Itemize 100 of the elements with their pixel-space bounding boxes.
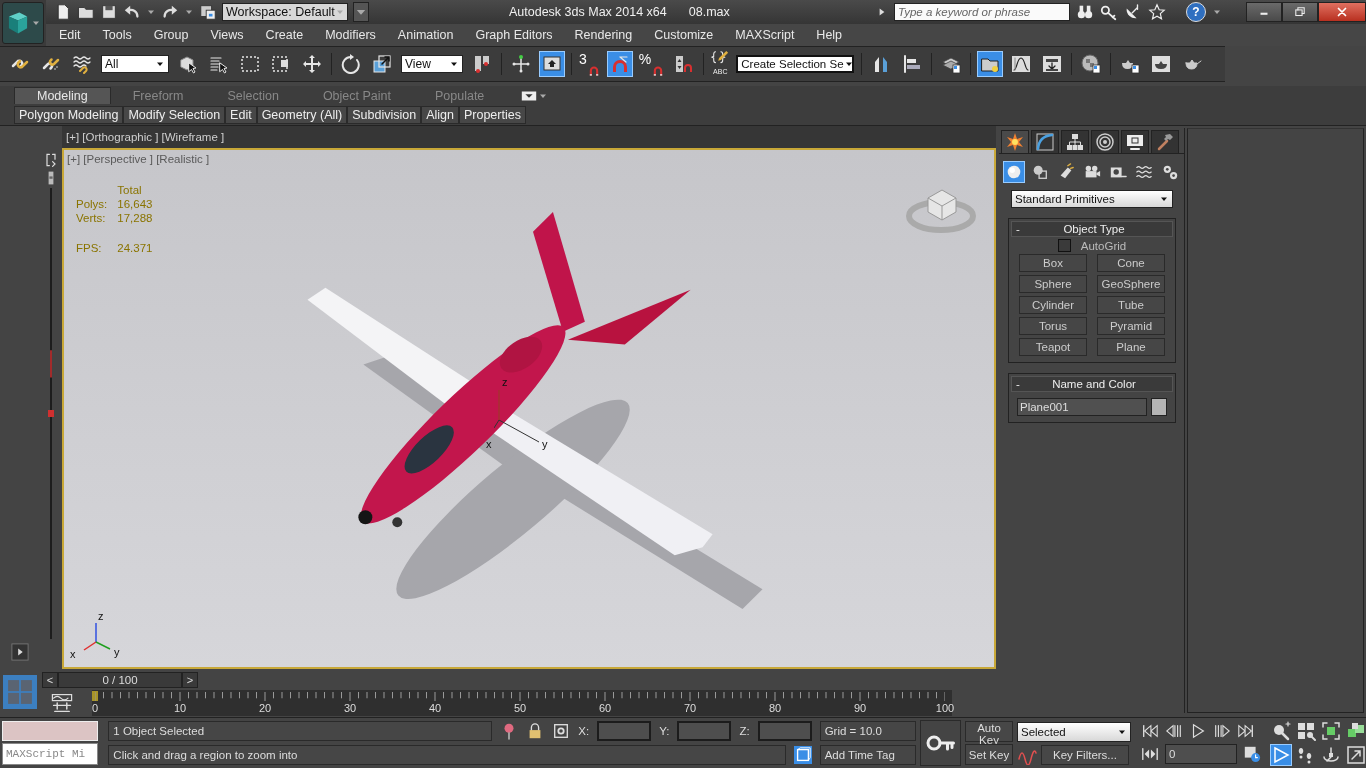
mini-listener-field[interactable]: MAXScript Mi bbox=[2, 743, 99, 765]
bracket-icon[interactable] bbox=[43, 152, 59, 168]
autogrid-checkbox[interactable] bbox=[1057, 239, 1071, 252]
time-slider-thumb[interactable]: 0 / 100 bbox=[58, 672, 182, 688]
menu-item[interactable]: Graph Editors bbox=[464, 28, 564, 42]
track-bar[interactable]: 0 10 20 30 40 50 60 70 80 90 100 bbox=[92, 690, 952, 716]
primitive-button[interactable]: GeoSphere bbox=[1097, 275, 1165, 293]
coordinate-field[interactable] bbox=[597, 721, 652, 741]
menu-item[interactable]: Edit bbox=[48, 28, 92, 42]
go-to-start-icon[interactable] bbox=[1141, 722, 1159, 740]
key-mode-dropdown[interactable]: Selected bbox=[1017, 721, 1131, 742]
menu-item[interactable]: Modifiers bbox=[314, 28, 387, 42]
ribbon-tab[interactable]: Modeling bbox=[14, 87, 111, 104]
close-button[interactable] bbox=[1318, 2, 1366, 22]
menu-item[interactable]: Animation bbox=[386, 28, 465, 42]
primitive-button[interactable]: Cone bbox=[1097, 254, 1165, 272]
menu-item[interactable]: Customize bbox=[643, 28, 725, 42]
ribbon-panel-button[interactable]: Modify Selection bbox=[123, 106, 226, 124]
primitive-button[interactable]: Tube bbox=[1097, 296, 1165, 314]
set-key-button[interactable]: Set Key bbox=[965, 744, 1013, 765]
go-to-end-icon[interactable] bbox=[1237, 722, 1255, 740]
folder-bulb-icon[interactable] bbox=[978, 52, 1003, 76]
current-frame-marker[interactable] bbox=[92, 691, 98, 701]
next-frame-button[interactable]: > bbox=[182, 672, 198, 688]
menu-item[interactable]: MAXScript bbox=[724, 28, 806, 42]
rollout-header[interactable]: - Name and Color bbox=[1011, 376, 1173, 392]
minimize-button[interactable] bbox=[1246, 2, 1282, 22]
auto-key-button[interactable]: Auto Key bbox=[965, 721, 1013, 742]
coordinate-field[interactable] bbox=[677, 721, 732, 741]
star-icon[interactable] bbox=[1148, 3, 1166, 21]
primitive-button[interactable]: Box bbox=[1019, 254, 1087, 272]
percent-snap-button[interactable]: % bbox=[638, 51, 666, 77]
color-swatch[interactable] bbox=[1151, 398, 1167, 416]
workspace-dropdown[interactable]: Workspace: Default bbox=[222, 3, 348, 21]
object-category-dropdown[interactable]: Standard Primitives bbox=[1011, 190, 1173, 208]
ribbon-panel-button[interactable]: Edit bbox=[225, 106, 257, 124]
previous-frame-button[interactable]: < bbox=[42, 672, 58, 688]
time-config-icon[interactable] bbox=[1243, 745, 1261, 763]
angle-snap-icon[interactable] bbox=[607, 52, 632, 76]
zoom-icon[interactable] bbox=[1271, 721, 1291, 741]
ribbon-panel-button[interactable]: Geometry (All) bbox=[256, 106, 348, 124]
cube-toggle-icon[interactable] bbox=[793, 746, 812, 764]
restore-button[interactable] bbox=[1282, 2, 1318, 22]
key-mode-icon[interactable] bbox=[1141, 745, 1159, 763]
current-frame-field[interactable]: 0 bbox=[1165, 744, 1237, 764]
key-filters-button[interactable]: Key Filters... bbox=[1041, 744, 1129, 765]
binoculars-icon[interactable] bbox=[1076, 3, 1094, 21]
coordinate-system-dropdown[interactable]: View bbox=[401, 55, 463, 73]
caret-icon[interactable] bbox=[353, 2, 369, 22]
menu-item[interactable]: Create bbox=[254, 28, 315, 42]
restore-icon[interactable] bbox=[1293, 5, 1307, 19]
redo-icon[interactable] bbox=[161, 3, 179, 21]
primitive-button[interactable]: Teapot bbox=[1019, 338, 1087, 356]
project-folder-icon[interactable] bbox=[199, 3, 217, 21]
key-icon[interactable] bbox=[1100, 3, 1118, 21]
coordinate-field[interactable] bbox=[757, 721, 812, 741]
save-icon[interactable] bbox=[100, 3, 118, 21]
zoom-all-icon[interactable] bbox=[1296, 721, 1316, 741]
primitive-button[interactable]: Pyramid bbox=[1097, 317, 1165, 335]
keyboard-override-icon[interactable] bbox=[540, 52, 564, 76]
close-icon[interactable] bbox=[1335, 5, 1349, 19]
menu-item[interactable]: Group bbox=[142, 28, 200, 42]
next-frame-icon[interactable] bbox=[1213, 722, 1231, 740]
rotate-icon[interactable] bbox=[339, 52, 363, 76]
viewport-label[interactable]: [+] [Orthographic ] [Wireframe ] bbox=[66, 131, 225, 143]
zoom-region-icon[interactable] bbox=[1271, 745, 1291, 765]
viewport-label[interactable]: [+] [Perspective ] [Realistic ] bbox=[67, 153, 210, 165]
menu-item[interactable]: Help bbox=[805, 28, 854, 42]
previous-frame-icon[interactable] bbox=[1165, 722, 1183, 740]
sphere-icon[interactable] bbox=[1004, 162, 1024, 182]
maximize-icon[interactable] bbox=[1346, 745, 1366, 765]
rollout-header[interactable]: - Object Type bbox=[1011, 221, 1173, 237]
perspective-viewport[interactable]: [+] [Perspective ] [Realistic ] Total Polys: 16,643 Verts: 17,288 FPS: 24.371 z x y z x y bbox=[62, 148, 996, 669]
ribbon-panel-button[interactable]: Properties bbox=[458, 106, 526, 124]
snap-toggle-button[interactable]: 3 bbox=[579, 51, 601, 77]
primitive-button[interactable]: Cylinder bbox=[1019, 296, 1087, 314]
primitive-button[interactable]: Plane bbox=[1097, 338, 1165, 356]
listener-field[interactable] bbox=[2, 721, 99, 741]
zoom-extents-icon[interactable] bbox=[1321, 721, 1341, 741]
scale-icon[interactable] bbox=[370, 52, 394, 76]
application-button[interactable] bbox=[2, 2, 44, 44]
named-selection-dropdown[interactable]: Create Selection Se bbox=[736, 55, 855, 73]
set-keys-button[interactable] bbox=[919, 720, 961, 766]
menu-item[interactable]: Tools bbox=[91, 28, 143, 42]
ribbon-panel-button[interactable]: Polygon Modeling bbox=[14, 106, 124, 124]
help-button[interactable]: ? bbox=[1186, 2, 1206, 22]
orbit-icon[interactable] bbox=[1321, 745, 1341, 765]
menu-item[interactable]: Views bbox=[199, 28, 255, 42]
ribbon-panel-button[interactable]: Align bbox=[421, 106, 459, 124]
snap-target-icon[interactable] bbox=[552, 722, 571, 740]
menu-item[interactable]: Rendering bbox=[563, 28, 644, 42]
search-field[interactable]: Type a keyword or phrase bbox=[894, 3, 1070, 21]
selection-filter-dropdown[interactable]: All bbox=[101, 55, 169, 73]
add-time-tag[interactable]: Add Time Tag bbox=[819, 745, 916, 765]
primitive-button[interactable]: Sphere bbox=[1019, 275, 1087, 293]
object-name-field[interactable]: Plane001 bbox=[1017, 398, 1147, 416]
ribbon-panel-button[interactable]: Subdivision bbox=[347, 106, 422, 124]
undo-icon[interactable] bbox=[123, 3, 141, 21]
curve-window-icon[interactable] bbox=[50, 691, 74, 715]
primitive-button[interactable]: Torus bbox=[1019, 317, 1087, 335]
